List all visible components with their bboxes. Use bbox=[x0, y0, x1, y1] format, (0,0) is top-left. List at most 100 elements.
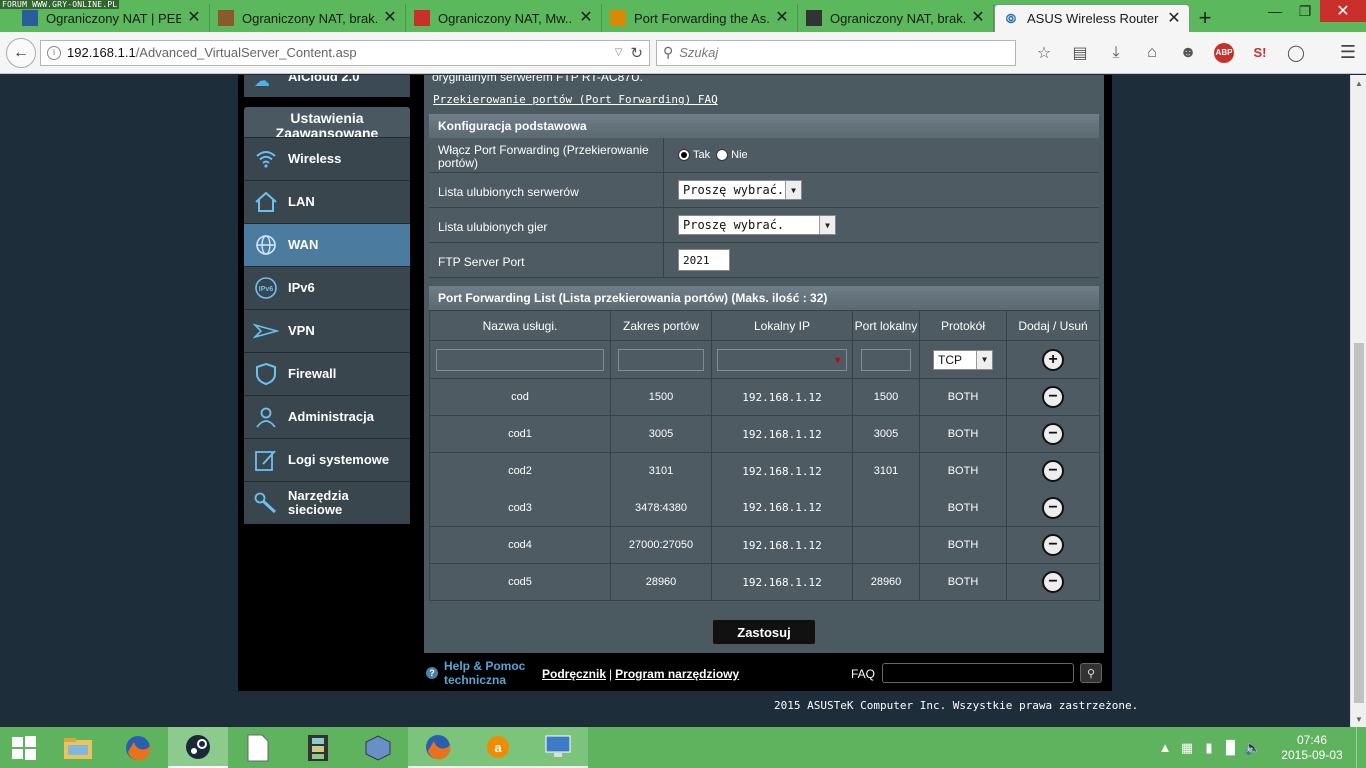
video-editor-icon[interactable] bbox=[288, 727, 348, 768]
games-select[interactable]: Proszę wybrać. ▼ bbox=[678, 215, 836, 235]
servers-select[interactable]: Proszę wybrać. ▼ bbox=[678, 180, 802, 200]
browser-tab[interactable]: Ograniczony NAT, Mw... ✕ bbox=[406, 4, 602, 32]
remove-rule-button[interactable]: − bbox=[1042, 423, 1064, 445]
document-icon[interactable] bbox=[228, 727, 288, 768]
mpc-icon bbox=[806, 10, 822, 26]
apply-button[interactable]: Zastosuj bbox=[712, 619, 816, 645]
port-range-cell: 27000:27050 bbox=[610, 526, 712, 564]
network-tool-icon[interactable] bbox=[528, 727, 588, 768]
tab-close-icon[interactable]: ✕ bbox=[1167, 10, 1181, 26]
remove-rule-button[interactable]: − bbox=[1042, 534, 1064, 556]
action-cell: − bbox=[1006, 526, 1100, 564]
firefox-pinned-icon[interactable] bbox=[108, 727, 168, 768]
download-icon[interactable]: ⤓ bbox=[1098, 38, 1134, 68]
manual-link[interactable]: Podręcznik bbox=[542, 667, 606, 681]
sidebar-item-aicloud[interactable]: ☁ AiCloud 2.0 bbox=[244, 75, 410, 97]
clock[interactable]: 07:46 2015-09-03 bbox=[1272, 733, 1352, 763]
new-local-ip-input[interactable]: ▼ bbox=[717, 348, 847, 371]
help-support[interactable]: ? Help & Pomoc techniczna bbox=[426, 659, 525, 687]
browser-tab[interactable]: Ograniczony NAT, brak... ✕ bbox=[798, 4, 994, 32]
sync-icon[interactable]: ◯ bbox=[1278, 38, 1314, 68]
tab-close-icon[interactable]: ✕ bbox=[775, 10, 789, 26]
sidebar-item-lan[interactable]: LAN bbox=[244, 180, 410, 223]
reading-list-icon[interactable]: ▤ bbox=[1062, 38, 1098, 68]
back-button[interactable]: ← bbox=[6, 37, 36, 68]
maximize-button[interactable]: ❐ bbox=[1290, 0, 1320, 22]
search-input[interactable]: ⚲ Szukaj bbox=[656, 39, 1016, 66]
site-info-icon[interactable]: i bbox=[47, 45, 61, 60]
port-forwarding-table: Nazwa usługi. Zakres portów Lokalny IP Port… bbox=[429, 310, 1100, 601]
ftp-port-input[interactable] bbox=[678, 249, 730, 271]
adblock-icon[interactable]: ABP bbox=[1214, 42, 1234, 63]
hamburger-menu-icon[interactable]: ☰ bbox=[1340, 42, 1356, 63]
watermark: FORUM WWW.GRY-ONLINE.PL bbox=[0, 0, 120, 9]
faq-search-button[interactable]: ⚲ bbox=[1080, 663, 1102, 683]
sidebar-section-header: Ustawienia Zaawansowane bbox=[244, 107, 410, 137]
remove-rule-button[interactable]: − bbox=[1042, 571, 1064, 593]
new-port-range-input[interactable] bbox=[618, 348, 704, 371]
new-protocol-select[interactable]: TCP ▼ bbox=[933, 349, 993, 370]
sidebar-item-firewall[interactable]: Firewall bbox=[244, 352, 410, 395]
start-button[interactable] bbox=[0, 727, 48, 768]
tab-close-icon[interactable]: ✕ bbox=[383, 10, 397, 26]
chevron-down-icon[interactable]: ▼ bbox=[833, 355, 842, 365]
port-forwarding-faq-link[interactable]: Przekierowanie portów (Port Forwarding) … bbox=[433, 93, 1104, 106]
tab-close-icon[interactable]: ✕ bbox=[971, 10, 985, 26]
sidebar-item-wan[interactable]: WAN bbox=[244, 223, 410, 266]
faq-search-input[interactable] bbox=[882, 663, 1074, 683]
sidebar-item-ipv6[interactable]: IPv6 IPv6 bbox=[244, 266, 410, 309]
new-tab-button[interactable]: + bbox=[1190, 4, 1220, 32]
steam-icon[interactable] bbox=[168, 727, 228, 768]
sidebar-item-narzedzia[interactable]: Narzędzia sieciowe bbox=[244, 481, 410, 524]
reload-icon[interactable]: ↻ bbox=[630, 44, 643, 62]
url-bar[interactable]: i 192.168.1.1 /Advanced_VirtualServer_Co… bbox=[40, 39, 650, 66]
virtualbox-icon[interactable] bbox=[348, 727, 408, 768]
minimize-button[interactable]: — bbox=[1260, 0, 1290, 22]
addon-sj-icon[interactable]: S! bbox=[1242, 38, 1278, 68]
hello-chat-icon[interactable]: ☻ bbox=[1170, 38, 1206, 68]
remove-rule-button[interactable]: − bbox=[1042, 496, 1064, 519]
sidebar-item-logi[interactable]: Logi systemowe bbox=[244, 438, 410, 481]
home-icon[interactable]: ⌂ bbox=[1134, 38, 1170, 68]
table-row: cod 1500 192.168.1.12 1500 BOTH − bbox=[429, 378, 1100, 416]
window-close-button[interactable]: ✕ bbox=[1320, 0, 1366, 22]
scroll-down-icon[interactable]: ▼ bbox=[1351, 711, 1366, 727]
browser-tab[interactable]: ⦾ ASUS Wireless Router R... ✕ bbox=[994, 4, 1190, 32]
browser-tab[interactable]: Ograniczony NAT, brak... ✕ bbox=[210, 4, 406, 32]
browser-tab[interactable]: Port Forwarding the As... ✕ bbox=[602, 4, 798, 32]
file-explorer-icon[interactable] bbox=[48, 727, 108, 768]
games-row: Lista ulubionych gier Proszę wybrać. ▼ bbox=[429, 208, 1099, 243]
tab-title: Ograniczony NAT, brak... bbox=[830, 10, 965, 26]
utility-link[interactable]: Program narzędziowy bbox=[615, 667, 739, 681]
table-row: cod4 27000:27050 192.168.1.12 BOTH − bbox=[429, 526, 1100, 564]
tab-close-icon[interactable]: ✕ bbox=[579, 10, 593, 26]
tab-title: Ograniczony NAT, Mw... bbox=[438, 10, 573, 26]
show-desktop-button[interactable] bbox=[1356, 727, 1366, 768]
scroll-up-icon[interactable]: ▲ bbox=[1351, 75, 1366, 91]
scroll-thumb[interactable] bbox=[1354, 343, 1364, 703]
service-name-cell: cod2 bbox=[429, 452, 611, 490]
volume-icon[interactable]: 🔈 bbox=[1242, 740, 1264, 756]
tab-close-icon[interactable]: ✕ bbox=[187, 10, 201, 26]
new-service-name-input[interactable] bbox=[436, 348, 604, 371]
page-scrollbar[interactable]: ▲ ▼ bbox=[1350, 75, 1366, 727]
add-rule-button[interactable]: + bbox=[1042, 348, 1064, 371]
tray-expand-icon[interactable]: ▲ bbox=[1154, 740, 1176, 755]
sidebar: ☁ AiCloud 2.0 Ustawienia Zaawansowane Wi… bbox=[244, 75, 410, 524]
enable-no-radio[interactable] bbox=[716, 149, 729, 161]
enable-yes-radio[interactable] bbox=[678, 149, 690, 161]
bookmark-star-icon[interactable]: ☆ bbox=[1026, 38, 1062, 68]
firefox-running-icon[interactable] bbox=[408, 727, 468, 768]
battery-icon[interactable]: ▮ bbox=[1198, 740, 1220, 756]
action-center-icon[interactable]: ▦ bbox=[1176, 740, 1198, 756]
sidebar-item-wireless[interactable]: Wireless bbox=[244, 137, 410, 180]
remove-rule-button[interactable]: − bbox=[1042, 460, 1064, 483]
avast-icon[interactable]: a bbox=[468, 727, 528, 768]
sidebar-item-vpn[interactable]: VPN bbox=[244, 309, 410, 352]
history-dropdown-icon[interactable]: ▽ bbox=[615, 47, 623, 58]
new-local-port-input[interactable] bbox=[861, 348, 911, 371]
sidebar-item-administracja[interactable]: Administracja bbox=[244, 395, 410, 438]
network-signal-icon[interactable]: ▉ bbox=[1220, 740, 1242, 756]
remove-rule-button[interactable]: − bbox=[1042, 386, 1064, 408]
table-row: cod5 28960 192.168.1.12 28960 BOTH − bbox=[429, 563, 1100, 601]
